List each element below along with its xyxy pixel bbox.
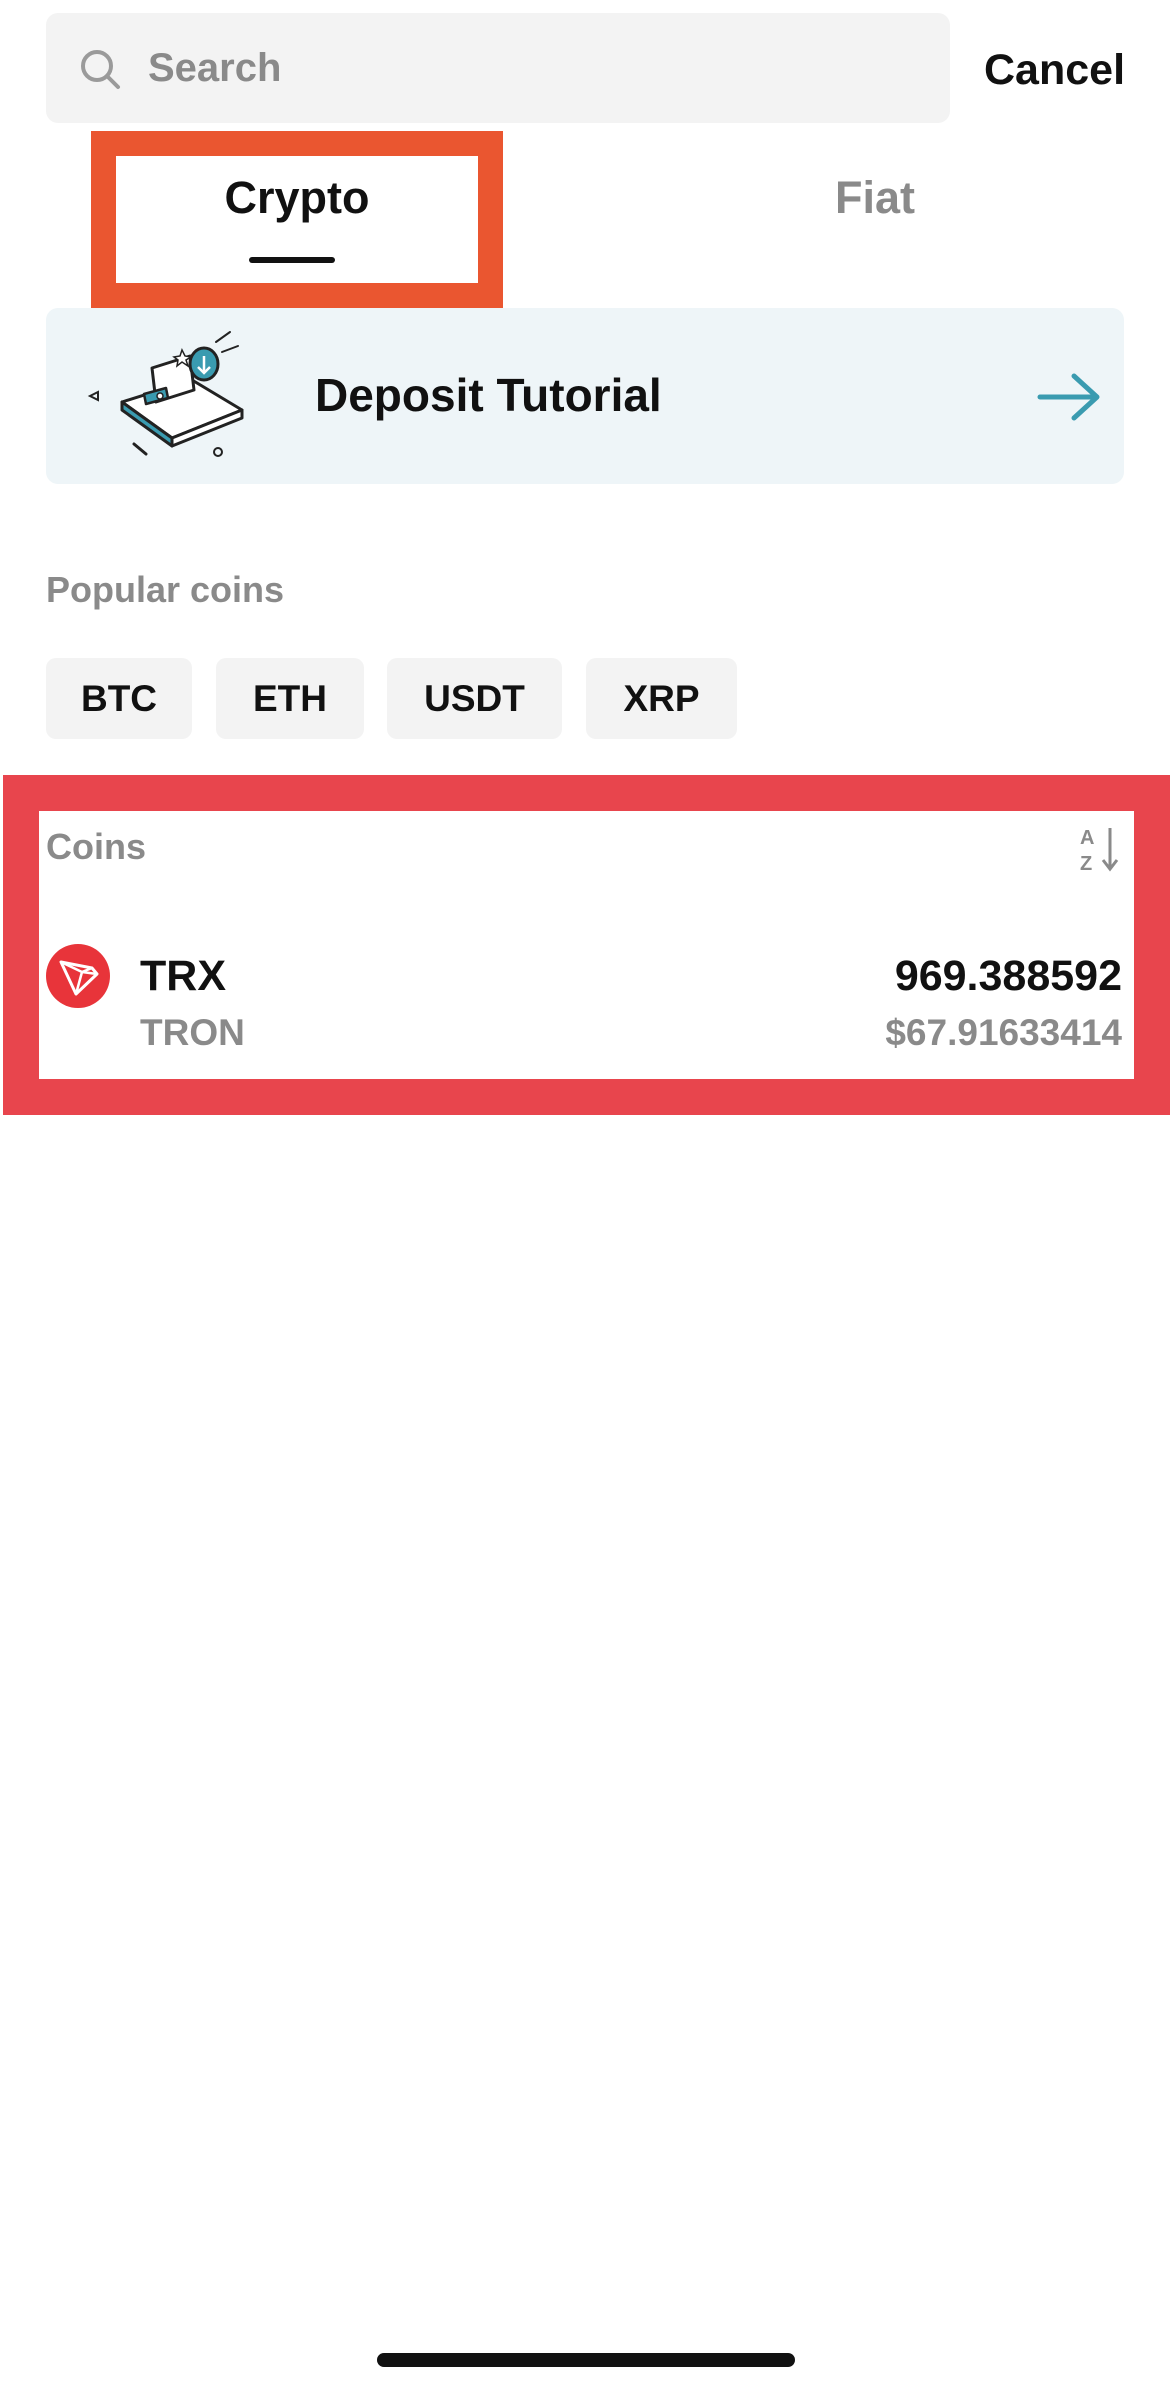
popular-coin-chip-btc[interactable]: BTC: [46, 658, 192, 739]
tron-logo-icon: [46, 944, 110, 1008]
search-input[interactable]: [148, 13, 928, 123]
cancel-button[interactable]: Cancel: [984, 40, 1125, 100]
active-tab-indicator: [249, 257, 335, 263]
deposit-tutorial-label: Deposit Tutorial: [315, 369, 662, 421]
home-indicator[interactable]: [377, 2353, 795, 2367]
coin-fiat-value: $67.91633414: [885, 1012, 1122, 1053]
tab-crypto[interactable]: Crypto: [116, 163, 478, 233]
coins-heading: Coins: [46, 826, 147, 867]
arrow-right-icon[interactable]: [1036, 372, 1102, 422]
popular-coins-heading: Popular coins: [46, 569, 285, 610]
search-icon: [81, 50, 120, 89]
wallet-deposit-illustration-icon: [87, 331, 244, 457]
coin-symbol: TRX: [140, 952, 226, 1000]
tab-fiat[interactable]: Fiat: [690, 163, 1060, 233]
svg-text:A: A: [1080, 827, 1094, 849]
sort-alpha-icon[interactable]: A Z: [1078, 824, 1122, 874]
coin-name: TRON: [140, 1012, 245, 1053]
svg-text:Z: Z: [1080, 853, 1092, 874]
popular-coin-chip-xrp[interactable]: XRP: [586, 658, 737, 739]
popular-coin-chip-usdt[interactable]: USDT: [387, 658, 562, 739]
popular-coin-chip-eth[interactable]: ETH: [216, 658, 364, 739]
coin-balance-amount: 969.388592: [894, 952, 1122, 1000]
